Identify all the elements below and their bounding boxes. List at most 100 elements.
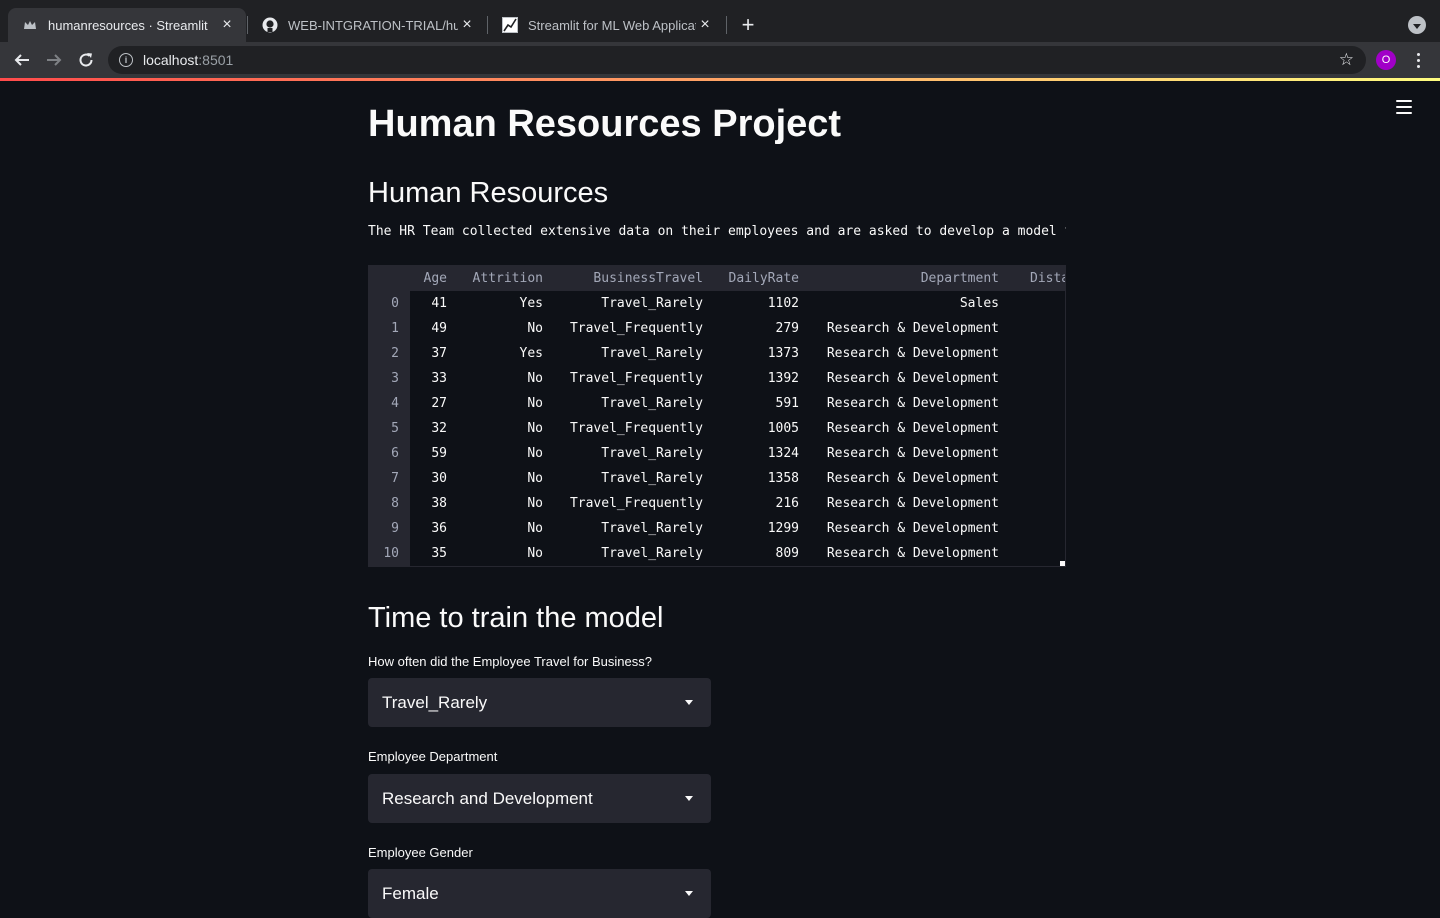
table-cell: No [527,546,543,561]
table-cell: 1005 [767,421,799,436]
table-cell: 33 [431,371,447,386]
table-cell: 37 [431,346,447,361]
table-index-column [369,266,410,566]
tab-search-chevron-icon[interactable] [1408,16,1426,34]
table-row-index: 5 [391,421,399,436]
business-travel-select[interactable]: Travel_Rarely [368,678,711,727]
table-cell: No [527,371,543,386]
table-cell: No [527,321,543,336]
table-column-header[interactable]: DailyRate [729,266,799,291]
section-heading: Human Resources [368,177,609,209]
table-cell: 35 [431,546,447,561]
table-row-index: 4 [391,396,399,411]
browser-toolbar: i localhost:8501 ☆ [0,42,1440,78]
url-host: localhost [143,52,199,68]
table-cell: 1392 [767,371,799,386]
table-cell: 809 [775,546,799,561]
table-row-index: 1 [391,321,399,336]
close-tab-icon[interactable]: × [696,16,714,34]
table-cell: Travel_Rarely [601,471,703,486]
page-title: Human Resources Project [368,103,842,145]
site-info-icon[interactable]: i [119,53,133,67]
table-cell: 1358 [767,471,799,486]
table-cell: No [527,421,543,436]
table-cell: 1373 [767,346,799,361]
streamlit-crown-icon [22,17,38,33]
select-value: Research and Development [382,788,593,808]
table-cell: 49 [431,321,447,336]
gender-select-label: Employee Gender [368,845,473,860]
browser-tab-streamlit-ml[interactable]: Streamlit for ML Web Applicatio × [488,8,724,42]
forward-arrow-icon[interactable] [42,48,66,72]
tab-divider [726,16,727,34]
table-cell: 591 [775,396,799,411]
table-cell: 1299 [767,521,799,536]
table-cell: 38 [431,496,447,511]
browser-tab-strip: humanresources · Streamlit × WEB-INTGRAT… [0,0,1440,42]
table-row-index: 3 [391,371,399,386]
address-bar[interactable]: i localhost:8501 ☆ [108,46,1366,74]
table-column-header[interactable]: Age [424,266,447,291]
travel-select-label: How often did the Employee Travel for Bu… [368,654,652,669]
table-resize-handle[interactable] [1060,561,1065,566]
department-select-label: Employee Department [368,749,498,764]
description-text: The HR Team collected extensive data on … [368,224,1066,239]
table-cell: 1324 [767,446,799,461]
table-cell: Research & Development [826,396,999,411]
table-cell: Travel_Frequently [569,421,703,436]
table-row-index: 9 [391,521,399,536]
table-cell: No [527,471,543,486]
table-cell: Research & Development [826,321,999,336]
table-cell: 59 [431,446,447,461]
reload-icon[interactable] [74,48,98,72]
table-cell: Research & Development [826,471,999,486]
hamburger-menu-icon[interactable] [1396,100,1412,114]
table-cell: No [527,521,543,536]
table-row-index: 8 [391,496,399,511]
table-cell: Research & Development [826,421,999,436]
table-cell: Yes [519,346,543,361]
table-cell: Research & Development [826,346,999,361]
table-cell: Travel_Rarely [601,396,703,411]
gender-select[interactable]: Female [368,869,711,918]
chart-icon [502,17,518,33]
table-cell: Travel_Frequently [569,496,703,511]
new-tab-plus-icon[interactable]: + [736,12,760,37]
bookmark-star-icon[interactable]: ☆ [1339,50,1354,70]
close-tab-icon[interactable]: × [218,16,236,34]
department-select[interactable]: Research and Development [368,774,711,823]
table-column-header[interactable]: BusinessTravel [593,266,703,291]
url-port: :8501 [198,52,234,68]
table-cell: Travel_Rarely [601,296,703,311]
chevron-down-icon [685,700,693,705]
table-cell: Sales [959,296,999,311]
back-arrow-icon[interactable] [10,48,34,72]
browser-tab-humanresources[interactable]: humanresources · Streamlit × [8,8,246,42]
table-cell: Research & Development [826,521,999,536]
table-cell: Travel_Rarely [601,546,703,561]
profile-avatar[interactable]: O [1376,50,1396,70]
tab-title: Streamlit for ML Web Applicatio [528,17,696,33]
table-cell: 41 [431,296,447,311]
close-tab-icon[interactable]: × [458,16,476,34]
table-cell: 279 [775,321,799,336]
url-text: localhost:8501 [143,52,233,68]
table-cell: Travel_Frequently [569,321,703,336]
table-cell: Travel_Rarely [601,521,703,536]
table-cell: 32 [431,421,447,436]
table-column-header[interactable]: Dista [1030,266,1065,291]
chevron-down-icon [685,891,693,896]
table-column-header[interactable]: Department [921,266,999,291]
table-cell: 30 [431,471,447,486]
browser-menu-icon[interactable] [1410,50,1426,70]
table-cell: No [527,446,543,461]
dataframe-table[interactable]: Age Attrition BusinessTravel DailyRate Depar… [368,265,1066,567]
table-column-header[interactable]: Attrition [473,266,543,291]
table-row-index: 0 [391,296,399,311]
chevron-down-icon [685,796,693,801]
table-cell: Travel_Frequently [569,371,703,386]
table-row-index: 10 [383,546,399,561]
browser-tab-github[interactable]: WEB-INTGRATION-TRIAL/hum × [248,8,486,42]
train-heading: Time to train the model [368,602,664,634]
table-cell: No [527,496,543,511]
